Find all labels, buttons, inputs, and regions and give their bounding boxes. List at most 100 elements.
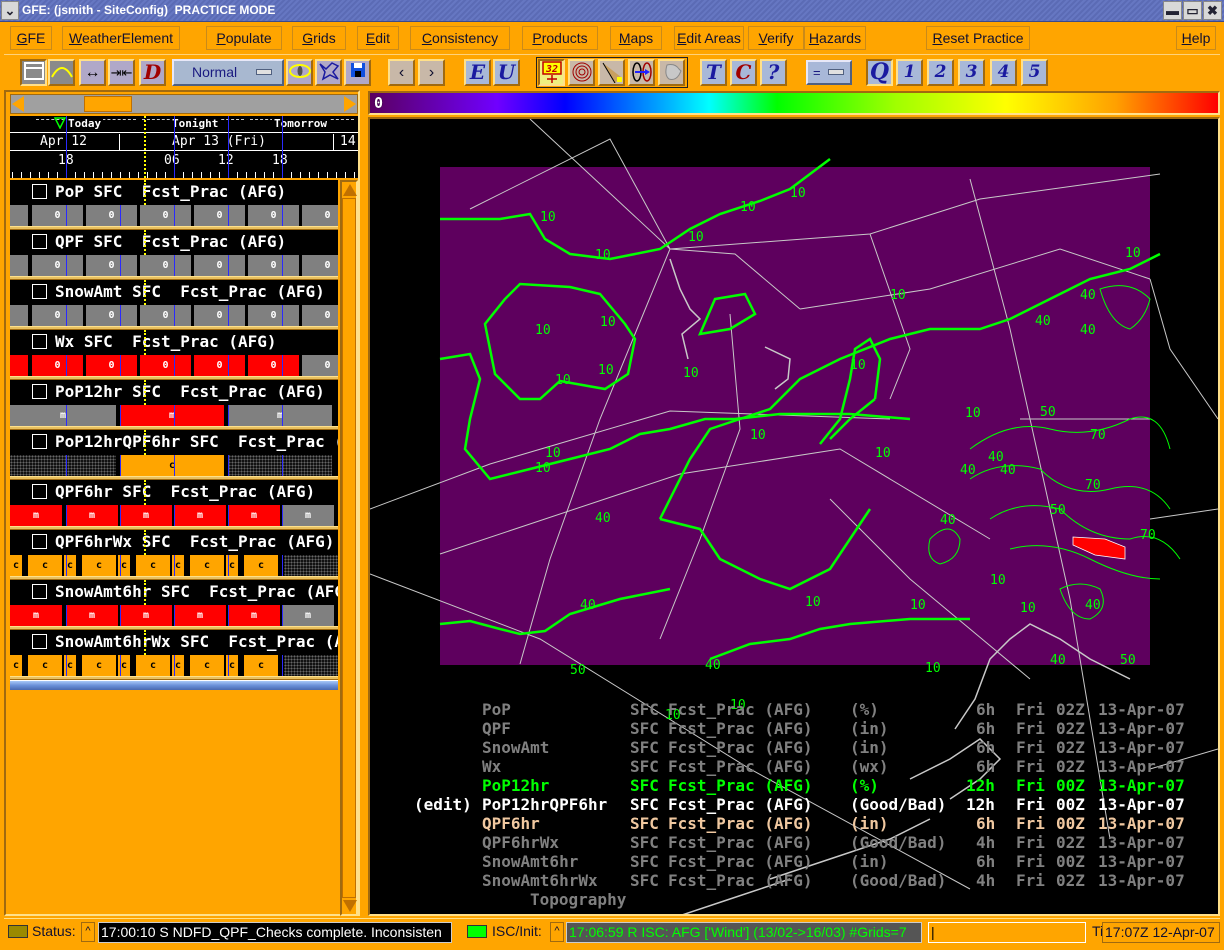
status-history-button[interactable]: ^ bbox=[81, 922, 95, 942]
menu-edit[interactable]: Edit bbox=[357, 26, 399, 50]
grid-row[interactable]: QPF6hrWx SFC Fcst_Prac (AFG) c c c c c c c c c c bbox=[10, 530, 338, 580]
color-bar[interactable]: 0 bbox=[368, 91, 1220, 115]
time-scrollbar[interactable] bbox=[10, 94, 358, 114]
grid-box[interactable]: 0 bbox=[140, 205, 191, 226]
grid-box[interactable] bbox=[284, 555, 338, 576]
menu-help[interactable]: Help bbox=[1176, 26, 1216, 50]
grid-box[interactable] bbox=[10, 255, 28, 276]
c-button[interactable]: C bbox=[730, 59, 757, 86]
grid-row[interactable]: SnowAmt6hrWx SFC Fcst_Prac (AFG)cccccccc… bbox=[10, 630, 338, 680]
grid-box[interactable]: 0 bbox=[32, 205, 83, 226]
menu-populate[interactable]: Populate bbox=[206, 26, 282, 50]
grid-box[interactable]: c bbox=[28, 555, 62, 576]
expand-time-button[interactable]: ↔ bbox=[79, 59, 106, 86]
grid-box[interactable]: 0 bbox=[302, 355, 338, 376]
save-button[interactable] bbox=[344, 59, 371, 86]
menu-maps[interactable]: Maps bbox=[610, 26, 662, 50]
grid-row[interactable]: SnowAmt SFC Fcst_Prac (AFG) 0 0 0 0 0 0 bbox=[10, 280, 338, 330]
window-menu-button[interactable]: ⌄ bbox=[1, 1, 19, 20]
isc-history-button[interactable]: ^ bbox=[550, 922, 564, 942]
grid-box[interactable]: 0 bbox=[248, 255, 299, 276]
grid-row-header[interactable]: QPF6hr SFC Fcst_Prac (AFG) bbox=[10, 480, 338, 505]
grid-box[interactable]: m bbox=[66, 505, 118, 526]
grid-box[interactable] bbox=[10, 455, 116, 476]
scroll-up-icon[interactable] bbox=[343, 184, 357, 196]
grid-box[interactable]: c bbox=[190, 655, 224, 676]
grid-box[interactable]: 0 bbox=[302, 255, 338, 276]
grid-timebar[interactable]: 000000 bbox=[10, 205, 338, 226]
grid-timebar[interactable]: mmmmmm bbox=[10, 505, 338, 526]
grid-box[interactable] bbox=[228, 455, 332, 476]
operator-select[interactable]: = bbox=[806, 60, 852, 85]
menu-gfe[interactable]: GFE bbox=[10, 26, 52, 50]
next-grid-button[interactable]: › bbox=[418, 59, 445, 86]
grid-timebar[interactable]: 000000 bbox=[10, 355, 338, 376]
grid-box[interactable]: m bbox=[228, 405, 332, 426]
grid-box[interactable]: 0 bbox=[86, 355, 137, 376]
grid-row-header[interactable]: SnowAmt6hr SFC Fcst_Prac (AFG) bbox=[10, 580, 338, 605]
scroll-down-icon[interactable] bbox=[343, 900, 357, 912]
grid-box[interactable] bbox=[284, 655, 338, 676]
grid-row[interactable]: QPF SFC Fcst_Prac (AFG) 0 0 0 0 0 0 bbox=[10, 230, 338, 280]
grid-box[interactable]: 0 bbox=[140, 305, 191, 326]
grid-row-checkbox[interactable] bbox=[32, 334, 47, 349]
grid-box[interactable]: m bbox=[120, 505, 172, 526]
d-button[interactable]: D bbox=[139, 59, 166, 86]
scroll-right-icon[interactable] bbox=[344, 96, 356, 112]
grid-box[interactable]: 0 bbox=[140, 355, 191, 376]
grid-timebar[interactable]: mmm bbox=[10, 405, 338, 426]
menu-hazards[interactable]: Hazards bbox=[804, 26, 866, 50]
time-scale[interactable]: Today Tonight Tomorrow Apr 12 Apr 13 (Fr… bbox=[10, 116, 358, 178]
grid-box[interactable]: m bbox=[228, 605, 280, 626]
maximize-button[interactable]: ▭ bbox=[1183, 1, 1202, 20]
preset-2-button[interactable]: 2 bbox=[927, 59, 954, 86]
grid-manager-vertical-scrollbar[interactable] bbox=[340, 180, 358, 916]
grid-box[interactable]: 0 bbox=[302, 305, 338, 326]
menu-verify[interactable]: Verify bbox=[748, 26, 804, 50]
scroll-left-icon[interactable] bbox=[12, 96, 24, 112]
preset-5-button[interactable]: 5 bbox=[1021, 59, 1048, 86]
grid-box[interactable]: c bbox=[190, 555, 224, 576]
spatial-editor-map[interactable]: 10 10 10 10 10 10 10 10 10 10 10 10 10 10 10 50 40 10 40 40… bbox=[368, 117, 1220, 916]
e-button[interactable]: E bbox=[464, 59, 491, 86]
grid-row-header[interactable]: SnowAmt6hrWx SFC Fcst_Prac (AFG) bbox=[10, 630, 338, 655]
grid-row[interactable]: QPF6hr SFC Fcst_Prac (AFG) m m m m m m bbox=[10, 480, 338, 530]
grid-row-checkbox[interactable] bbox=[32, 234, 47, 249]
grid-manager-button[interactable] bbox=[20, 59, 47, 86]
grid-timebar[interactable]: 000000 bbox=[10, 305, 338, 326]
grid-row-checkbox[interactable] bbox=[32, 634, 47, 649]
grid-row-header[interactable]: Wx SFC Fcst_Prac (AFG) bbox=[10, 330, 338, 355]
grid-row-checkbox[interactable] bbox=[32, 184, 47, 199]
grid-box[interactable]: 0 bbox=[32, 255, 83, 276]
grid-box[interactable]: m bbox=[282, 505, 334, 526]
grid-row[interactable]: PoP12hrQPF6hr SFC Fcst_Prac (AFG) c bbox=[10, 430, 338, 480]
command-input[interactable]: | bbox=[928, 922, 1086, 943]
grid-row-header[interactable]: PoP12hr SFC Fcst_Prac (AFG) bbox=[10, 380, 338, 405]
grid-box[interactable]: 0 bbox=[248, 205, 299, 226]
scroll-thumb[interactable] bbox=[84, 96, 132, 112]
grid-box[interactable]: c bbox=[136, 655, 170, 676]
menu-consistency[interactable]: Consistency bbox=[410, 26, 510, 50]
grid-box[interactable]: m bbox=[10, 605, 62, 626]
grid-box[interactable]: c bbox=[120, 455, 224, 476]
grid-box[interactable]: c bbox=[136, 555, 170, 576]
grid-box[interactable]: 0 bbox=[32, 305, 83, 326]
grid-box[interactable]: m bbox=[10, 405, 116, 426]
grid-box[interactable]: 0 bbox=[194, 255, 245, 276]
grid-row[interactable]: Wx SFC Fcst_Prac (AFG) 0 0 0 0 0 0 bbox=[10, 330, 338, 380]
grid-box[interactable]: m bbox=[228, 505, 280, 526]
preset-1-button[interactable]: 1 bbox=[896, 59, 923, 86]
grid-box[interactable]: m bbox=[10, 505, 62, 526]
help-query-button[interactable]: ? bbox=[760, 59, 787, 86]
grid-box[interactable]: m bbox=[174, 505, 226, 526]
isc-message[interactable]: 17:06:59 R ISC: AFG ['Wind'] (13/02->16/… bbox=[566, 922, 922, 943]
grid-row-checkbox[interactable] bbox=[32, 284, 47, 299]
grid-box[interactable]: 0 bbox=[86, 305, 137, 326]
grid-box[interactable]: 0 bbox=[140, 255, 191, 276]
smooth-button[interactable] bbox=[658, 59, 685, 86]
status-message[interactable]: 17:00:10 S NDFD_QPF_Checks complete. Inc… bbox=[98, 922, 452, 943]
grid-row-header[interactable]: PoP12hrQPF6hr SFC Fcst_Prac (AFG) bbox=[10, 430, 338, 455]
move-copy-button[interactable] bbox=[628, 59, 655, 86]
contract-time-button[interactable]: ⇥⇤ bbox=[108, 59, 135, 86]
previous-grid-button[interactable]: ‹ bbox=[388, 59, 415, 86]
